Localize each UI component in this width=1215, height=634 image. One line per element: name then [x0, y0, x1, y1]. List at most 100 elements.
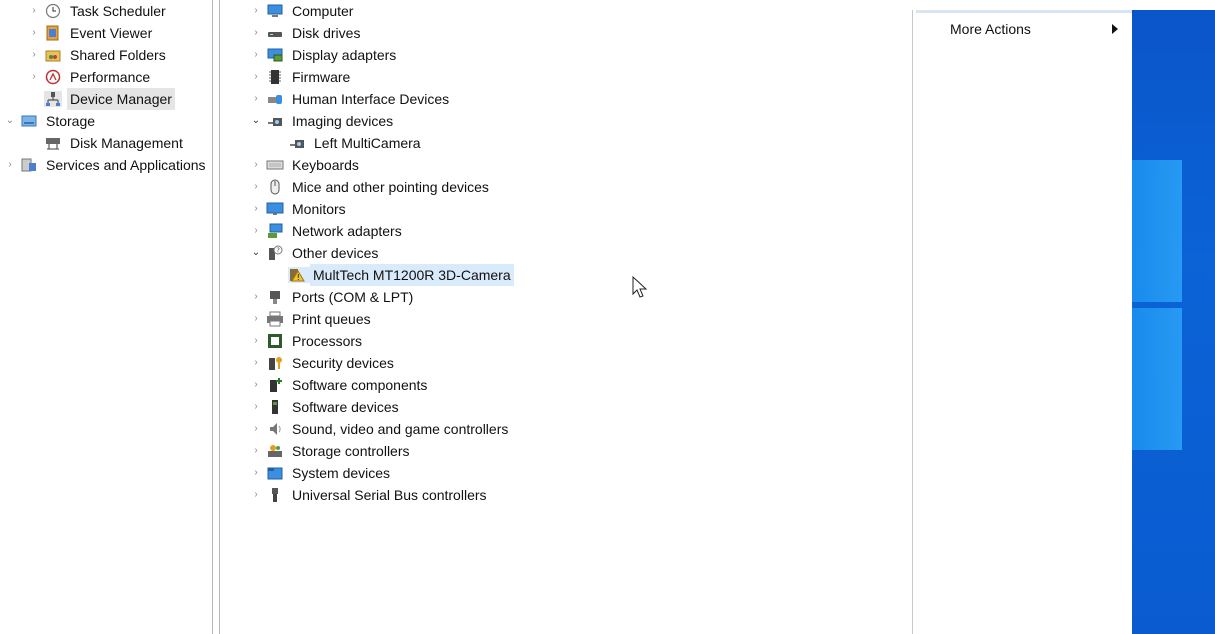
- system-folder-icon: [266, 465, 284, 481]
- event-viewer-icon: [44, 25, 62, 41]
- tree-item-label: Shared Folders: [70, 47, 166, 63]
- device-category-label: Software devices: [292, 399, 399, 415]
- collapse-chevron-icon[interactable]: ⌄: [250, 242, 262, 264]
- expand-chevron-icon[interactable]: ›: [250, 220, 262, 242]
- device-category-mice[interactable]: › Mice and other pointing devices: [250, 176, 492, 198]
- tree-item-services-and-applications[interactable]: › Services and Applications: [4, 154, 209, 176]
- hid-icon: [266, 91, 284, 107]
- expand-chevron-icon[interactable]: ›: [250, 88, 262, 110]
- clock-icon: [44, 3, 62, 19]
- device-category-imaging-devices[interactable]: ⌄ Imaging devices: [250, 110, 396, 132]
- device-category-label: Universal Serial Bus controllers: [292, 487, 487, 503]
- collapse-chevron-icon[interactable]: ⌄: [4, 110, 16, 132]
- device-category-usb-controllers[interactable]: › Universal Serial Bus controllers: [250, 484, 490, 506]
- device-category-label: Imaging devices: [292, 113, 394, 129]
- keyboard-icon: [266, 157, 284, 173]
- submenu-arrow-icon[interactable]: [1112, 24, 1118, 34]
- device-category-display-adapters[interactable]: › Display adapters: [250, 44, 399, 66]
- desktop-wallpaper: [1132, 10, 1215, 634]
- device-category-label: Software components: [292, 377, 428, 393]
- device-manager-icon: [44, 91, 62, 107]
- device-category-system-devices[interactable]: › System devices: [250, 462, 393, 484]
- warning-device-icon: !: [288, 267, 310, 283]
- expand-chevron-icon[interactable]: ›: [250, 154, 262, 176]
- tree-item-disk-management[interactable]: Disk Management: [28, 132, 186, 154]
- expand-chevron-icon[interactable]: ›: [250, 440, 262, 462]
- printer-icon: [266, 311, 284, 327]
- tree-item-storage[interactable]: ⌄ Storage: [4, 110, 98, 132]
- tree-item-task-scheduler[interactable]: › Task Scheduler: [28, 0, 169, 22]
- expand-chevron-icon[interactable]: ›: [250, 462, 262, 484]
- usb-icon: [266, 487, 284, 503]
- expand-chevron-icon[interactable]: ›: [250, 352, 262, 374]
- expand-chevron-icon[interactable]: ›: [250, 66, 262, 88]
- disk-drive-icon: [266, 25, 284, 41]
- software-component-icon: [266, 377, 284, 393]
- pane-splitter[interactable]: [212, 0, 220, 634]
- expand-chevron-icon[interactable]: ›: [4, 154, 16, 176]
- device-category-label: Print queues: [292, 311, 371, 327]
- tree-item-event-viewer[interactable]: › Event Viewer: [28, 22, 155, 44]
- expand-chevron-icon[interactable]: ›: [28, 66, 40, 88]
- expand-chevron-icon[interactable]: ›: [250, 176, 262, 198]
- expand-chevron-icon[interactable]: ›: [250, 418, 262, 440]
- expand-chevron-icon[interactable]: ›: [250, 374, 262, 396]
- device-item-left-multicamera[interactable]: Left MultiCamera: [272, 132, 424, 154]
- expand-chevron-icon[interactable]: ›: [250, 22, 262, 44]
- tree-item-label: Disk Management: [70, 135, 183, 151]
- monitor-icon: [266, 201, 284, 217]
- device-category-keyboards[interactable]: › Keyboards: [250, 154, 362, 176]
- expand-chevron-icon[interactable]: ›: [250, 396, 262, 418]
- expand-chevron-icon[interactable]: ›: [250, 286, 262, 308]
- expand-chevron-icon[interactable]: ›: [250, 308, 262, 330]
- device-category-disk-drives[interactable]: › Disk drives: [250, 22, 363, 44]
- device-category-sound-video-game[interactable]: › Sound, video and game controllers: [250, 418, 511, 440]
- tree-item-performance[interactable]: › Performance: [28, 66, 153, 88]
- expand-chevron-icon[interactable]: ›: [250, 0, 262, 22]
- device-category-human-interface-devices[interactable]: › Human Interface Devices: [250, 88, 452, 110]
- device-category-label: Human Interface Devices: [292, 91, 450, 107]
- device-category-other-devices[interactable]: ⌄ ? Other devices: [250, 242, 381, 264]
- tree-item-shared-folders[interactable]: › Shared Folders: [28, 44, 169, 66]
- device-category-firmware[interactable]: › Firmware: [250, 66, 353, 88]
- device-category-storage-controllers[interactable]: › Storage controllers: [250, 440, 413, 462]
- expand-chevron-icon[interactable]: ›: [250, 330, 262, 352]
- port-icon: [266, 289, 284, 305]
- expand-chevron-icon[interactable]: ›: [250, 484, 262, 506]
- performance-icon: [44, 69, 62, 85]
- device-category-print-queues[interactable]: › Print queues: [250, 308, 374, 330]
- device-category-monitors[interactable]: › Monitors: [250, 198, 349, 220]
- tree-item-label: Event Viewer: [70, 25, 153, 41]
- security-icon: [266, 355, 284, 371]
- device-category-ports[interactable]: › Ports (COM & LPT): [250, 286, 416, 308]
- device-category-network-adapters[interactable]: › Network adapters: [250, 220, 405, 242]
- svg-text:?: ?: [276, 247, 280, 255]
- device-category-processors[interactable]: › Processors: [250, 330, 365, 352]
- expand-chevron-icon[interactable]: ›: [250, 198, 262, 220]
- storage-icon: [20, 113, 38, 129]
- device-category-software-devices[interactable]: › Software devices: [250, 396, 402, 418]
- device-category-label: Disk drives: [292, 25, 361, 41]
- camera-icon: [266, 113, 284, 129]
- device-category-security-devices[interactable]: › Security devices: [250, 352, 397, 374]
- device-category-computer[interactable]: › Computer: [250, 0, 356, 22]
- more-actions-item[interactable]: More Actions: [950, 18, 1031, 40]
- device-category-label: Sound, video and game controllers: [292, 421, 509, 437]
- device-category-software-components[interactable]: › Software components: [250, 374, 430, 396]
- device-category-label: Display adapters: [292, 47, 397, 63]
- device-item-multtech-camera[interactable]: ! MultTech MT1200R 3D-Camera: [272, 264, 514, 286]
- camera-icon: [288, 135, 306, 151]
- collapse-chevron-icon[interactable]: ⌄: [250, 110, 262, 132]
- device-category-label: Other devices: [292, 245, 379, 261]
- mouse-icon: [266, 179, 284, 195]
- expand-chevron-icon[interactable]: ›: [28, 0, 40, 22]
- expand-chevron-icon[interactable]: ›: [28, 44, 40, 66]
- device-category-label: Keyboards: [292, 157, 359, 173]
- tree-item-device-manager[interactable]: Device Manager: [28, 88, 175, 110]
- expand-chevron-icon[interactable]: ›: [28, 22, 40, 44]
- expand-chevron-icon[interactable]: ›: [250, 44, 262, 66]
- device-tree: › Computer › Disk drives › Display adapt…: [220, 0, 912, 634]
- display-adapter-icon: [266, 47, 284, 63]
- tree-item-label: Performance: [70, 69, 151, 85]
- expand-chevron-icon: [28, 88, 40, 110]
